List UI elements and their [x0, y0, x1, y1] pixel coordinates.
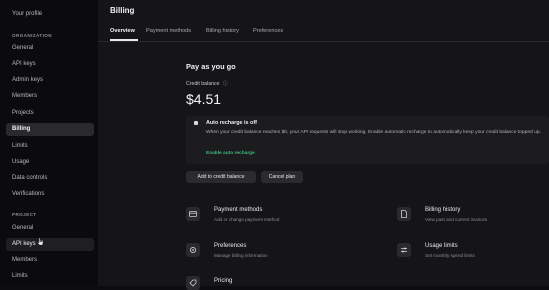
sidebar-item-label: API keys [12, 241, 36, 247]
info-icon[interactable]: ⓘ [223, 80, 228, 87]
project-section-heading: PROJECT [12, 212, 37, 217]
enable-auto-recharge-link[interactable]: Enable auto recharge [206, 151, 255, 156]
sidebar-item-admin-keys[interactable]: Admin keys [6, 74, 94, 87]
auto-recharge-notice: Auto recharge is off When your credit ba… [186, 116, 549, 164]
cancel-plan-button[interactable]: Cancel plan [261, 171, 303, 183]
organization-section-heading: ORGANIZATION [12, 33, 52, 38]
credit-balance-amount: $4.51 [186, 91, 222, 107]
sidebar-item-usage[interactable]: Usage [6, 156, 94, 169]
pricing-icon [186, 276, 200, 290]
payment-methods-card-subtitle: Add or change payment method [214, 217, 280, 222]
gear-icon [186, 243, 200, 257]
tab-billing-history[interactable]: Billing history [206, 28, 239, 34]
sidebar: Your profile ORGANIZATION General API ke… [0, 0, 98, 286]
sidebar-item-project-limits[interactable]: Limits [6, 270, 94, 283]
sidebar-item-org-api-keys[interactable]: API keys [6, 58, 94, 71]
preferences-card-title[interactable]: Preferences [214, 243, 246, 249]
billing-history-card-subtitle: View past and current invoices [425, 217, 488, 222]
sidebar-item-verifications[interactable]: Verifications [6, 188, 94, 201]
sidebar-item-billing[interactable]: Billing [6, 123, 94, 136]
add-credit-button[interactable]: Add to credit balance [186, 171, 256, 183]
main-panel: Billing Overview Payment methods Billing… [98, 0, 549, 290]
payment-methods-card-title[interactable]: Payment methods [214, 207, 262, 213]
sidebar-item-org-general[interactable]: General [6, 42, 94, 55]
mouse-cursor-icon [37, 237, 44, 246]
sidebar-item-project-api-keys[interactable]: API keys [6, 238, 94, 251]
tab-overview[interactable]: Overview [110, 28, 135, 34]
billing-history-card-title[interactable]: Billing history [425, 207, 460, 213]
sliders-icon [397, 243, 411, 257]
sidebar-item-org-limits[interactable]: Limits [6, 140, 94, 153]
page-title: Billing [110, 6, 135, 15]
usage-limits-card-subtitle: Set monthly spend limits [425, 253, 475, 258]
auto-recharge-title: Auto recharge is off [206, 120, 257, 126]
tab-payment-methods[interactable]: Payment methods [146, 28, 191, 34]
sidebar-item-your-profile[interactable]: Your profile [6, 8, 94, 21]
sidebar-item-project-members[interactable]: Members [6, 254, 94, 267]
usage-limits-card-title[interactable]: Usage limits [425, 243, 458, 249]
sidebar-item-org-members[interactable]: Members [6, 90, 94, 103]
preferences-card-subtitle: Manage billing information [214, 253, 268, 258]
card-icon [186, 207, 200, 221]
tab-preferences[interactable]: Preferences [253, 28, 283, 34]
tabs-divider [98, 41, 549, 42]
credit-balance-label: Credit balance ⓘ [186, 80, 228, 87]
sidebar-item-data-controls[interactable]: Data controls [6, 172, 94, 185]
sidebar-item-projects[interactable]: Projects [6, 107, 94, 120]
plan-title: Pay as you go [186, 62, 236, 71]
pricing-card-title[interactable]: Pricing [214, 278, 232, 284]
warning-icon [194, 121, 198, 125]
credit-balance-text: Credit balance [186, 81, 220, 87]
auto-recharge-description: When your credit balance reaches $0, you… [206, 130, 541, 135]
sidebar-item-project-general[interactable]: General [6, 222, 94, 235]
document-icon [397, 207, 411, 221]
